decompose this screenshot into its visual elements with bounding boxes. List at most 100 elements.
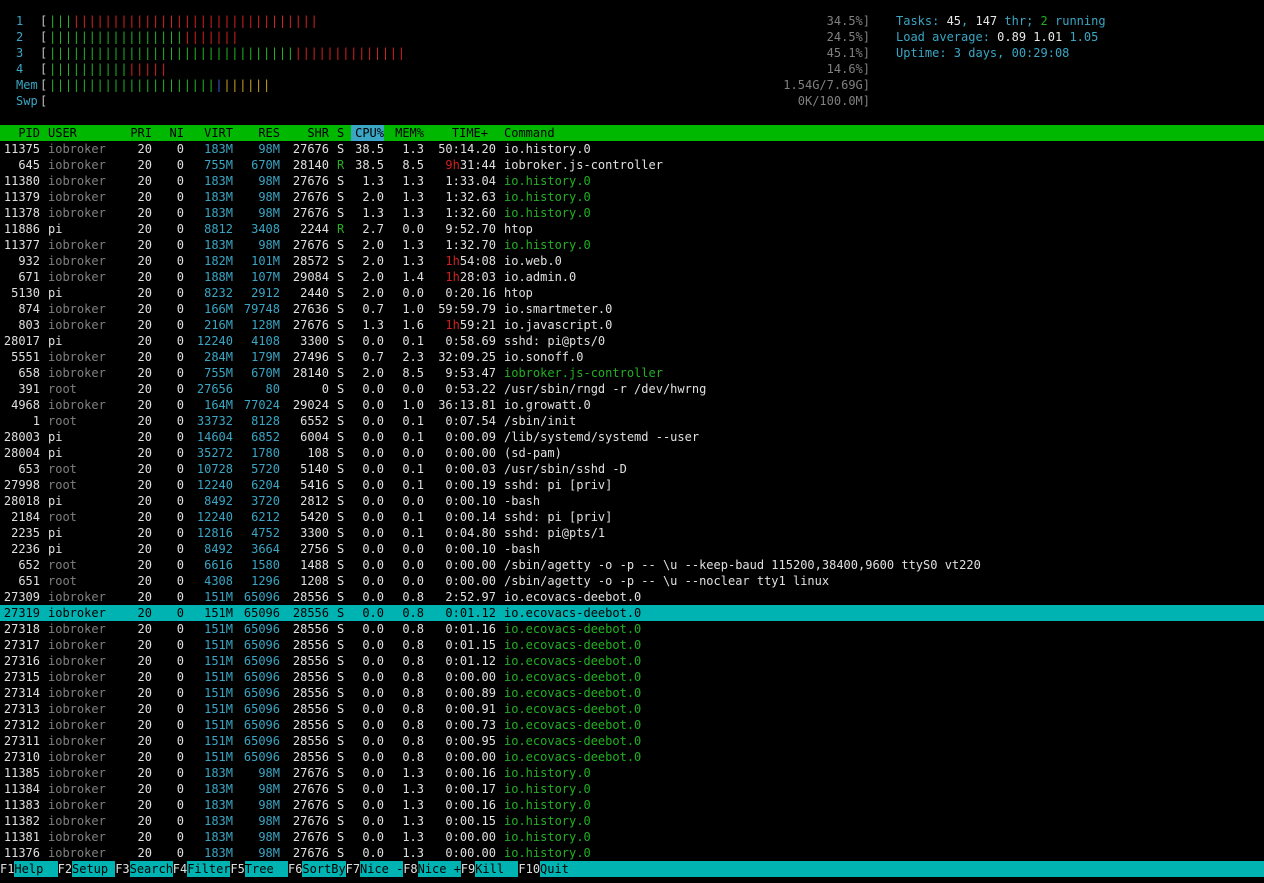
table-row[interactable]: 11380 iobroker 20 0 183M 98M 27676 S 1.3 1.3 1:33.… (0, 173, 1264, 189)
table-row[interactable]: 5551 iobroker 20 0 284M 179M 27496 S 0.7 2.3 32:09… (0, 349, 1264, 365)
table-row[interactable]: 11382 iobroker 20 0 183M 98M 27676 S 0.0 1.3 0:00.… (0, 813, 1264, 829)
fkey-f4[interactable]: F4 (173, 861, 187, 877)
table-row[interactable]: 27317 iobroker 20 0 151M 65096 28556 S 0.0 0.8 0:0… (0, 637, 1264, 653)
fkey-f5[interactable]: F5 (230, 861, 244, 877)
fkey-label-f1[interactable]: Help (14, 861, 58, 877)
cell-command: io.ecovacs-deebot.0 (504, 622, 642, 636)
table-row[interactable]: 653 root 20 0 10728 5720 5140 S 0.0 0.1 0:00.03/us… (0, 461, 1264, 477)
table-row[interactable]: 27314 iobroker 20 0 151M 65096 28556 S 0.0 0.8 0:0… (0, 685, 1264, 701)
table-row[interactable]: 28018 pi 20 0 8492 3720 2812 S 0.0 0.0 0:00.10 -bas… (0, 493, 1264, 509)
fkey-f7[interactable]: F7 (346, 861, 360, 877)
meter-cpu-4: 4 [||||||||||||||| 14.6%] (0, 61, 1264, 77)
fkey-label-f9[interactable]: Kill (475, 861, 519, 877)
table-row[interactable]: 27316 iobroker 20 0 151M 65096 28556 S 0.0 0.8 0:0… (0, 653, 1264, 669)
fkey-label-f5[interactable]: Tree (244, 861, 288, 877)
meter-bar: |||||||||||||||||||||||| (49, 30, 240, 44)
cell-command: iobroker.js-controller (504, 158, 663, 172)
table-row[interactable]: 27312 iobroker 20 0 151M 65096 28556 S 0.0 0.8 0:0… (0, 717, 1264, 733)
table-row[interactable]: 932 iobroker 20 0 182M 101M 28572 S 2.0 1.3 1h54:0… (0, 253, 1264, 269)
table-row[interactable]: 2236 pi 20 0 8492 3664 2756 S 0.0 0.0 0:00.10 -bash (0, 541, 1264, 557)
fkey-label-f6[interactable]: SortBy (302, 861, 346, 877)
uptime: Uptime: 3 days, 00:29:08 (896, 46, 1070, 60)
meter-bar: ||||||||||||||| (49, 62, 168, 76)
table-row[interactable]: 11379 iobroker 20 0 183M 98M 27676 S 2.0 1.3 1:32.… (0, 189, 1264, 205)
fkey-label-f10[interactable]: Quit (540, 861, 1264, 877)
meter-value: 1.54G/7.69G] (783, 78, 870, 92)
fkey-f2[interactable]: F2 (58, 861, 72, 877)
table-row[interactable]: 11381 iobroker 20 0 183M 98M 27676 S 0.0 1.3 0:00.… (0, 829, 1264, 845)
table-row[interactable]: 652 root 20 0 6616 1580 1488 S 0.0 0.0 0:00.00/sbi… (0, 557, 1264, 573)
table-row[interactable]: 27310 iobroker 20 0 151M 65096 28556 S 0.0 0.8 0:0… (0, 749, 1264, 765)
table-row[interactable]: 28003 pi 20 0 14604 6852 6004 S 0.0 0.1 0:00.09/li… (0, 429, 1264, 445)
table-row[interactable]: 11375 iobroker 20 0 183M 98M 27676 S 38.5 1.3 50:1… (0, 141, 1264, 157)
table-row[interactable]: 11377 iobroker 20 0 183M 98M 27676 S 2.0 1.3 1:32.… (0, 237, 1264, 253)
cell-command: /sbin/init (504, 414, 577, 428)
cell-command: htop (504, 222, 533, 236)
cell-time: 0:00.10 (445, 542, 496, 556)
cell-command: io.smartmeter.0 (504, 302, 613, 316)
fkey-label-f2[interactable]: Setup (72, 861, 116, 877)
table-row[interactable]: 2184 root 20 0 12240 6212 5420 S 0.0 0.1 0:00.14 ss… (0, 509, 1264, 525)
table-row[interactable]: 671 iobroker 20 0 188M 107M 29084 S 2.0 1.4 1h28:0… (0, 269, 1264, 285)
meter-value: 24.5%] (826, 30, 870, 44)
fkey-label-f4[interactable]: Filter (187, 861, 231, 877)
table-row[interactable]: 27998 root 20 0 12240 6204 5416 S 0.0 0.1 0:00.19 s… (0, 477, 1264, 493)
cell-command: io.ecovacs-deebot.0 (504, 606, 642, 620)
table-row[interactable]: 27318 iobroker 20 0 151M 65096 28556 S 0.0 0.8 0:0… (0, 621, 1264, 637)
table-row[interactable]: 28004 pi 20 0 35272 1780 108 S 0.0 0.0 0:00.00 (sd-… (0, 445, 1264, 461)
fkey-f3[interactable]: F3 (115, 861, 129, 877)
table-row[interactable]: 27309 iobroker 20 0 151M 65096 28556 S 0.0 0.8 2:5… (0, 589, 1264, 605)
fkey-label-f7[interactable]: Nice - (360, 861, 403, 877)
col-time[interactable]: TIME+ (0, 125, 488, 141)
table-row[interactable]: 28017 pi 20 0 12240 4108 3300 S 0.0 0.1 0:58.69 ssh… (0, 333, 1264, 349)
cell-time: 1:33.04 (445, 174, 496, 188)
table-row[interactable]: 645 iobroker 20 0 755M 670M 28140 R 38.5 8.5 9h31:… (0, 157, 1264, 173)
column-header-bar: PID USER PRI NI VIRT RES SHR S CPU% MEM%… (0, 125, 1264, 141)
cell-command: io.ecovacs-deebot.0 (504, 718, 642, 732)
cell-time: 0:01.12 (445, 606, 496, 620)
cell-time: 0:00.19 (445, 478, 496, 492)
table-row[interactable]: 11378 iobroker 20 0 183M 98M 27676 S 1.3 1.3 1:32.… (0, 205, 1264, 221)
table-row[interactable]: 874 iobroker 20 0 166M 79748 27636 S 0.7 1.0 59:59… (0, 301, 1264, 317)
table-row[interactable]: 27313 iobroker 20 0 151M 65096 28556 S 0.0 0.8 0:0… (0, 701, 1264, 717)
table-row[interactable]: 11383 iobroker 20 0 183M 98M 27676 S 0.0 1.3 0:00.… (0, 797, 1264, 813)
meter-value: 0K/100.0M] (797, 94, 870, 108)
cell-time: 0:53.22 (445, 382, 496, 396)
table-row[interactable]: 4968 iobroker 20 0 164M 77024 29024 S 0.0 1.0 36:1… (0, 397, 1264, 413)
meter-label: 3 (16, 46, 24, 60)
cell-time: 50:14.20 (438, 142, 496, 156)
meter-bar: ||||||||||||||||||||||||||||||||||||||||… (49, 46, 406, 60)
cell-command: sshd: pi@pts/1 (504, 526, 606, 540)
fkey-f9[interactable]: F9 (461, 861, 475, 877)
cell-command: io.history.0 (504, 798, 591, 812)
cell-time: 32:09.25 (438, 350, 496, 364)
fkey-f8[interactable]: F8 (403, 861, 417, 877)
cell-time: 36:13.81 (438, 398, 496, 412)
table-row[interactable]: 2235 pi 20 0 12816 4752 3300 S 0.0 0.1 0:04.80 sshd… (0, 525, 1264, 541)
table-row[interactable]: 11376 iobroker 20 0 183M 98M 27676 S 0.0 1.3 0:00.… (0, 845, 1264, 861)
table-row[interactable]: 803 iobroker 20 0 216M 128M 27676 S 1.3 1.6 1h59:2… (0, 317, 1264, 333)
table-row[interactable]: 391 root 20 0 27656 80 0 S 0.0 0.0 0:53.22/usr/sbi… (0, 381, 1264, 397)
cell-command: iobroker.js-controller (504, 366, 663, 380)
table-row[interactable]: 11385 iobroker 20 0 183M 98M 27676 S 0.0 1.3 0:00.… (0, 765, 1264, 781)
table-row[interactable]: 5130 pi 20 0 8232 2912 2440 S 2.0 0.0 0:20.16 htop (0, 285, 1264, 301)
fkey-label-f3[interactable]: Search (129, 861, 173, 877)
meter-label: 1 (16, 14, 24, 28)
cell-command: io.ecovacs-deebot.0 (504, 590, 642, 604)
fkey-f1[interactable]: F1 (0, 861, 14, 877)
table-row[interactable]: 1 root 20 0 33732 8128 6552 S 0.0 0.1 0:07.54/sbin… (0, 413, 1264, 429)
table-row[interactable]: 27311 iobroker 20 0 151M 65096 28556 S 0.0 0.8 0:0… (0, 733, 1264, 749)
fkey-f10[interactable]: F10 (518, 861, 540, 877)
table-row[interactable]: 651 root 20 0 4308 1296 1208 S 0.0 0.0 0:00.00/sbi… (0, 573, 1264, 589)
fkey-label-f8[interactable]: Nice + (417, 861, 461, 877)
meter-bar: |||||||||||||||||||||||||||| (49, 78, 271, 92)
table-row[interactable]: 658 iobroker 20 0 755M 670M 28140 S 2.0 8.5 9:53.4… (0, 365, 1264, 381)
meter-label: 2 (16, 30, 24, 44)
col-command[interactable]: Command (504, 125, 555, 141)
table-row[interactable]: 11886 pi 20 0 8812 3408 2244 R 2.7 0.0 9:52.70 htop (0, 221, 1264, 237)
cell-command: /sbin/agetty -o -p -- \u --keep-baud 115… (504, 558, 981, 572)
table-row-selected[interactable]: 27319 iobroker 20 0 151M 65096 28556 S 0.0 0.8 0:0… (0, 605, 1264, 621)
table-row[interactable]: 11384 iobroker 20 0 183M 98M 27676 S 0.0 1.3 0:00.… (0, 781, 1264, 797)
table-row[interactable]: 27315 iobroker 20 0 151M 65096 28556 S 0.0 0.8 0:0… (0, 669, 1264, 685)
fkey-f6[interactable]: F6 (288, 861, 302, 877)
